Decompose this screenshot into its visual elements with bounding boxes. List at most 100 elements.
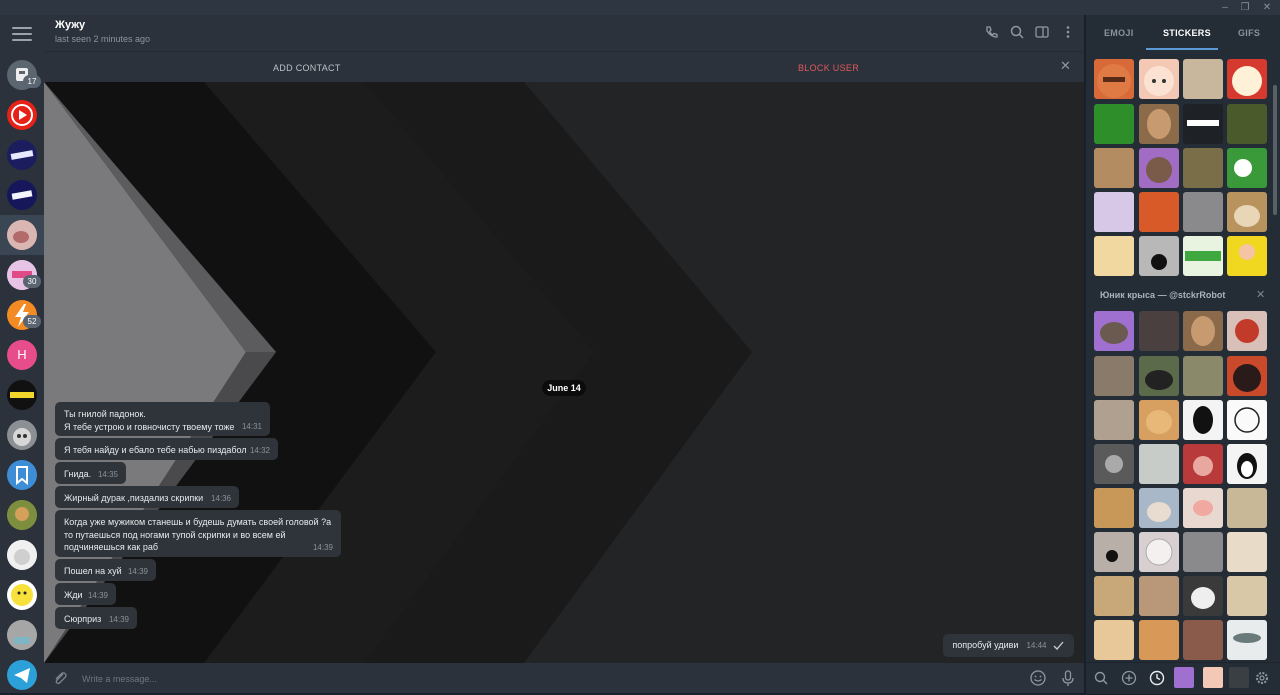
sticker[interactable] [1183, 444, 1223, 484]
message-bubble[interactable]: Жирный дурак ,пиздализ скрипки 14:36 [55, 486, 239, 508]
sticker[interactable] [1139, 400, 1179, 440]
panel-scrollbar[interactable] [1273, 85, 1277, 215]
sidebar-toggle-icon[interactable] [1034, 24, 1050, 40]
tab-emoji[interactable]: EMOJI [1104, 28, 1134, 38]
sticker-pack-tab[interactable] [1229, 667, 1249, 688]
sticker-pack-tab[interactable] [1174, 667, 1194, 688]
sticker[interactable] [1094, 576, 1134, 616]
tab-stickers[interactable]: STICKERS [1163, 28, 1211, 38]
rail-item-chat[interactable]: H [0, 335, 44, 375]
attach-icon[interactable] [52, 670, 68, 691]
sticker[interactable] [1094, 59, 1134, 99]
sticker[interactable] [1227, 311, 1267, 351]
rail-item-youtube[interactable] [0, 95, 44, 135]
sticker[interactable] [1094, 400, 1134, 440]
rail-item-bookmark[interactable] [0, 455, 44, 495]
settings-gear-icon[interactable] [1254, 670, 1270, 686]
rail-item-chat[interactable] [0, 175, 44, 215]
microphone-icon[interactable] [1059, 669, 1077, 692]
sticker[interactable] [1183, 148, 1223, 188]
rail-item-chat[interactable] [0, 415, 44, 455]
rail-item-chat[interactable] [0, 575, 44, 615]
add-sticker-icon[interactable] [1121, 670, 1137, 686]
sticker[interactable] [1139, 311, 1179, 351]
sticker[interactable] [1139, 104, 1179, 144]
rail-item-chat[interactable] [0, 135, 44, 175]
sticker[interactable] [1094, 311, 1134, 351]
emoji-icon[interactable] [1029, 669, 1047, 692]
sticker[interactable] [1139, 576, 1179, 616]
sticker[interactable] [1227, 104, 1267, 144]
remove-pack-icon[interactable]: ✕ [1256, 288, 1265, 301]
sticker[interactable] [1227, 59, 1267, 99]
search-icon[interactable] [1009, 24, 1025, 40]
rail-item-chat[interactable] [0, 615, 44, 655]
sticker[interactable] [1139, 236, 1179, 276]
sticker[interactable] [1094, 148, 1134, 188]
sticker[interactable] [1139, 532, 1179, 572]
sticker[interactable] [1183, 620, 1223, 660]
message-bubble[interactable]: Сюрприз 14:39 [55, 607, 137, 629]
sticker[interactable] [1139, 444, 1179, 484]
close-bar-icon[interactable]: ✕ [1060, 58, 1071, 74]
sticker[interactable] [1183, 104, 1223, 144]
rail-item-active-chat[interactable] [0, 215, 44, 255]
sticker[interactable] [1227, 400, 1267, 440]
tab-gifs[interactable]: GIFS [1238, 28, 1260, 38]
sticker[interactable] [1183, 356, 1223, 396]
rail-item-chat[interactable] [0, 375, 44, 415]
more-menu-icon[interactable] [1060, 24, 1076, 40]
block-user-button[interactable]: BLOCK USER [798, 63, 859, 73]
rail-item-chat[interactable]: 52 [0, 295, 44, 335]
sticker[interactable] [1183, 400, 1223, 440]
sticker-pack-tab[interactable] [1203, 667, 1223, 688]
sticker[interactable] [1183, 311, 1223, 351]
sticker[interactable] [1094, 356, 1134, 396]
sticker[interactable] [1227, 576, 1267, 616]
minimize-icon[interactable]: – [1215, 0, 1235, 15]
sticker[interactable] [1227, 532, 1267, 572]
sticker[interactable] [1183, 576, 1223, 616]
sticker[interactable] [1227, 488, 1267, 528]
sticker[interactable] [1227, 620, 1267, 660]
sticker[interactable] [1139, 488, 1179, 528]
rail-item-chat[interactable] [0, 495, 44, 535]
sticker[interactable] [1227, 356, 1267, 396]
maximize-icon[interactable]: ❐ [1235, 0, 1255, 15]
phone-icon[interactable] [984, 24, 1000, 40]
message-list[interactable]: June 14 Ты гнилой падонок. Я тебе устрою… [44, 82, 1084, 663]
sticker[interactable] [1094, 488, 1134, 528]
sticker[interactable] [1139, 356, 1179, 396]
sticker[interactable] [1183, 488, 1223, 528]
sticker[interactable] [1094, 532, 1134, 572]
message-bubble[interactable]: Когда уже мужиком станешь и будешь думат… [55, 510, 341, 557]
sticker[interactable] [1094, 192, 1134, 232]
close-window-icon[interactable]: ✕ [1257, 0, 1277, 15]
sticker[interactable] [1183, 192, 1223, 232]
sticker[interactable] [1183, 532, 1223, 572]
sticker[interactable] [1139, 148, 1179, 188]
sticker[interactable] [1094, 104, 1134, 144]
message-bubble[interactable]: Я тебя найду и ебало тебе набью пиздабол… [55, 438, 278, 460]
sticker[interactable] [1139, 59, 1179, 99]
menu-icon[interactable] [12, 27, 32, 41]
sticker[interactable] [1094, 444, 1134, 484]
sticker[interactable] [1183, 236, 1223, 276]
sticker[interactable] [1183, 59, 1223, 99]
rail-item-chat[interactable]: 30 [0, 255, 44, 295]
sticker[interactable] [1227, 236, 1267, 276]
rail-item-telegram[interactable] [0, 655, 44, 695]
message-bubble[interactable]: Гнида. 14:35 [55, 462, 126, 484]
search-icon[interactable] [1093, 670, 1109, 686]
add-contact-button[interactable]: ADD CONTACT [273, 63, 341, 73]
message-bubble[interactable]: Ты гнилой падонок. Я тебе устрою и говно… [55, 402, 270, 436]
message-bubble[interactable]: Жди 14:39 [55, 583, 116, 605]
sticker[interactable] [1094, 236, 1134, 276]
message-input[interactable] [80, 670, 984, 688]
sticker[interactable] [1094, 620, 1134, 660]
sticker[interactable] [1139, 192, 1179, 232]
sticker[interactable] [1227, 192, 1267, 232]
message-bubble[interactable]: Пошел на хуй 14:39 [55, 559, 156, 581]
sticker[interactable] [1227, 444, 1267, 484]
chat-title[interactable]: Жужу [55, 19, 85, 31]
